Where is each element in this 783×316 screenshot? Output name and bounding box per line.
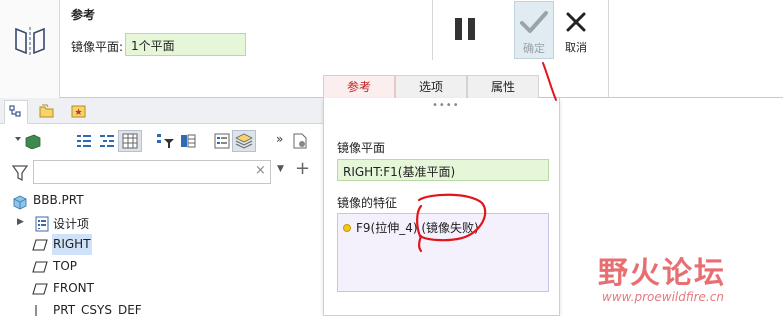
favorites-icon — [71, 105, 86, 118]
navigator-tabs — [0, 98, 323, 124]
page-settings-icon[interactable] — [292, 133, 308, 149]
mirrored-features-label: 镜像的特征 — [337, 196, 398, 210]
design-items-icon — [35, 216, 49, 232]
folder-icon — [39, 104, 54, 118]
model-tree-toolbar: » — [0, 125, 323, 157]
mirror-feature-icon-box — [0, 0, 60, 98]
tab-references[interactable]: 参考 — [323, 75, 395, 98]
layers-button[interactable] — [232, 130, 256, 152]
tree-columns-button[interactable] — [118, 130, 142, 152]
tree-item-label: FRONT — [53, 281, 94, 295]
csys-icon — [35, 305, 37, 316]
ok-button-label: 确定 — [523, 42, 545, 55]
panel-mirror-plane-collector[interactable]: RIGHT:F1(基准平面) — [337, 159, 549, 181]
tree-filter-icon[interactable] — [156, 133, 176, 149]
tree-item-top-plane[interactable]: TOP — [0, 256, 323, 278]
tree-item-design-items[interactable]: ▶ 设计项 — [0, 212, 323, 234]
mirror-plane-collector[interactable]: 1个平面 — [125, 33, 246, 56]
cancel-button-label: 取消 — [565, 41, 587, 54]
pause-icon-bar — [468, 18, 475, 40]
dashboard-separator — [608, 0, 609, 98]
tree-search-input[interactable] — [33, 160, 271, 184]
feature-list-item[interactable]: F9(拉伸_4) (镜像失败) — [343, 219, 479, 236]
search-dropdown-icon[interactable]: ▼ — [277, 164, 284, 174]
status-dot-icon — [343, 224, 351, 232]
model-info-icon[interactable] — [214, 133, 230, 149]
panel-mirror-plane-label: 镜像平面 — [337, 141, 386, 155]
tab-properties[interactable]: 属性 — [467, 75, 539, 98]
mirrored-features-collector[interactable]: F9(拉伸_4) (镜像失败) — [337, 213, 549, 292]
tree-item-label: BBB.PRT — [33, 193, 84, 207]
tab-model-tree[interactable] — [4, 100, 28, 124]
mirror-icon — [15, 27, 45, 55]
layers-icon — [235, 133, 253, 149]
feature-item-label: F9(拉伸_4) (镜像失败) — [356, 221, 479, 235]
tab-options[interactable]: 选项 — [395, 75, 467, 98]
tree-item-label: TOP — [53, 259, 78, 273]
add-filter-icon[interactable]: + — [295, 158, 310, 179]
model-tree-icon — [9, 105, 21, 117]
pause-button[interactable] — [455, 18, 477, 40]
mirror-plane-label: 镜像平面: — [71, 40, 124, 54]
table-icon — [122, 133, 138, 149]
more-chevron-icon[interactable]: » — [276, 132, 283, 146]
tree-item-label: 设计项 — [53, 217, 90, 231]
tree-item-right-plane[interactable]: RIGHT — [0, 234, 323, 256]
references-panel: •••• 镜像平面 RIGHT:F1(基准平面) 镜像的特征 F9(拉伸_4) … — [323, 98, 560, 316]
datum-plane-icon — [32, 261, 48, 273]
mirror-dashboard: 参考 镜像平面: 1个平面 确定 取消 参考 选项 属性 — [0, 0, 783, 98]
pause-area — [432, 0, 498, 60]
watermark-url: www.proewildfire.cn — [602, 290, 724, 304]
show-dropdown-icon[interactable] — [14, 133, 42, 149]
ok-button[interactable]: 确定 — [514, 1, 554, 59]
pause-icon — [455, 18, 462, 40]
dashboard-section-title: 参考 — [71, 8, 96, 22]
tree-settings-icon[interactable] — [180, 133, 196, 149]
tree-item-label: PRT_CSYS_DEF — [53, 303, 142, 316]
part-icon — [13, 195, 27, 210]
cancel-button[interactable]: 取消 — [558, 1, 594, 59]
datum-plane-icon — [32, 283, 48, 295]
checkmark-icon — [520, 11, 548, 33]
expand-arrow-icon[interactable]: ▶ — [17, 217, 24, 227]
tree-expand-icon[interactable] — [76, 133, 92, 149]
tree-item-front-plane[interactable]: FRONT — [0, 278, 323, 300]
tree-search-row: × ▼ + — [0, 158, 323, 186]
tree-collapse-icon[interactable] — [99, 133, 115, 149]
funnel-icon[interactable] — [11, 164, 29, 182]
dashboard-tabs: 参考 选项 属性 — [323, 75, 539, 98]
tree-item-csys[interactable]: PRT_CSYS_DEF — [0, 300, 323, 316]
close-icon — [566, 12, 586, 32]
tree-item-label: RIGHT — [53, 237, 91, 251]
watermark-logo-text: 野火论坛 — [598, 256, 726, 291]
panel-grip[interactable]: •••• — [432, 100, 460, 111]
tab-folder-browser[interactable] — [36, 100, 60, 124]
tree-item-part[interactable]: BBB.PRT — [0, 190, 323, 212]
clear-search-icon[interactable]: × — [255, 163, 266, 178]
tab-favorites[interactable] — [68, 100, 92, 124]
datum-plane-icon — [32, 239, 48, 251]
